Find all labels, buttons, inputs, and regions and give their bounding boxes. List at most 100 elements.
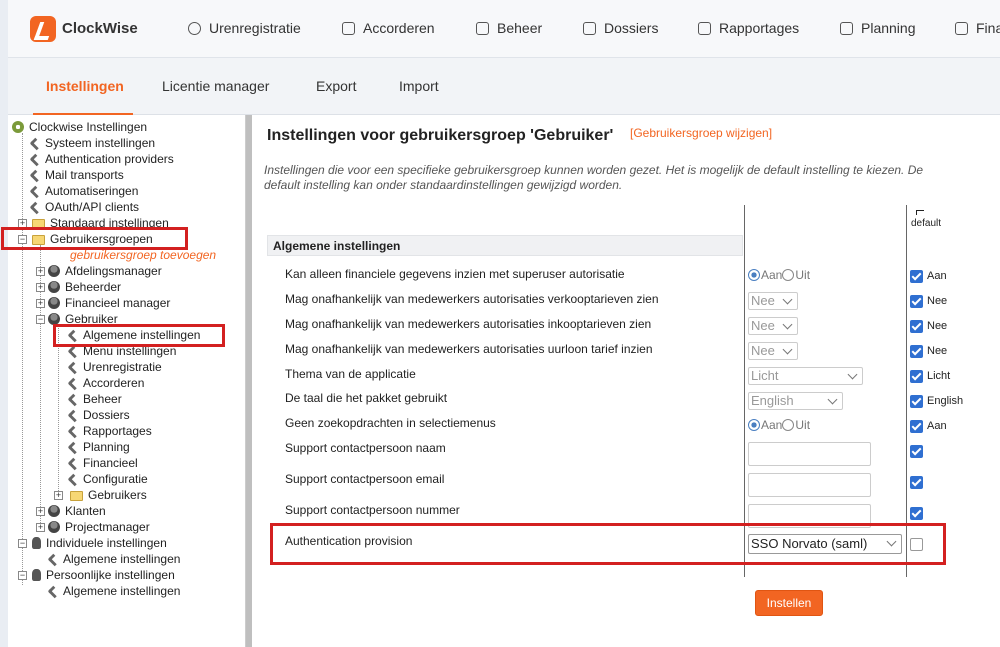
default-checkbox[interactable]: [910, 270, 923, 283]
tree-item-individuele[interactable]: Individuele instellingen: [32, 535, 167, 551]
nav-dossiers[interactable]: Dossiers: [583, 20, 658, 36]
expand-toggle[interactable]: +: [36, 283, 45, 292]
tree-connector: [22, 133, 23, 585]
setting-label: Support contactpersoon naam: [285, 441, 446, 455]
setting-select[interactable]: English: [748, 392, 843, 410]
setting-select[interactable]: Nee: [748, 292, 798, 310]
nav-planning[interactable]: Planning: [840, 20, 916, 36]
wrench-icon: [67, 377, 81, 391]
tree-group-klanten[interactable]: Klanten: [48, 503, 106, 519]
radio-off-icon[interactable]: [782, 269, 795, 281]
default-checkbox[interactable]: [910, 507, 923, 520]
default-checkbox[interactable]: [910, 445, 923, 458]
support-email-input[interactable]: [748, 473, 871, 497]
arrow-icon: [916, 210, 924, 215]
tab-licentie-manager[interactable]: Licentie manager: [162, 78, 269, 94]
default-value: Nee: [927, 295, 948, 307]
setting-label: Support contactpersoon email: [285, 472, 445, 486]
default-value: Aan: [927, 270, 947, 282]
expand-toggle[interactable]: +: [36, 507, 45, 516]
setting-radio-group[interactable]: Aan Uit: [748, 418, 810, 432]
setting-radio-group[interactable]: Aan Uit: [748, 268, 810, 282]
tree-item-oauth[interactable]: OAuth/API clients: [29, 199, 139, 215]
wallet-icon: [955, 22, 968, 35]
collapse-toggle[interactable]: −: [18, 539, 27, 548]
wrench-icon: [47, 585, 61, 599]
radio-off-icon[interactable]: [782, 419, 795, 431]
group-icon: [48, 521, 60, 533]
tree-sub-gebruikers[interactable]: Gebruikers: [70, 487, 147, 503]
nav-rapportages[interactable]: Rapportages: [698, 20, 799, 36]
tree-root[interactable]: Clockwise Instellingen: [12, 119, 147, 135]
default-value: Licht: [927, 370, 951, 382]
expand-toggle[interactable]: +: [54, 491, 63, 500]
tree-sub-individuele-algemene[interactable]: Algemene instellingen: [47, 551, 180, 567]
radio-on-icon[interactable]: [748, 419, 760, 431]
collapse-toggle[interactable]: −: [18, 571, 27, 580]
tree-sub-accorderen[interactable]: Accorderen: [67, 375, 144, 391]
setting-label: Mag onafhankelijk van medewerkers autori…: [285, 342, 653, 356]
support-name-input[interactable]: [748, 442, 871, 466]
top-navbar: ClockWise Urenregistratie Accorderen Beh…: [8, 0, 1000, 58]
default-checkbox[interactable]: [910, 320, 923, 333]
nav-financieel[interactable]: Fina: [955, 20, 1000, 36]
collapse-toggle[interactable]: −: [36, 315, 45, 324]
tree-sub-dossiers[interactable]: Dossiers: [67, 407, 130, 423]
tab-instellingen[interactable]: Instellingen: [46, 78, 124, 94]
setting-label: Geen zoekopdrachten in selectiemenus: [285, 416, 496, 430]
instellen-button[interactable]: Instellen: [755, 590, 823, 616]
nav-accorderen[interactable]: Accorderen: [342, 20, 435, 36]
tab-import[interactable]: Import: [399, 78, 439, 94]
tree-group-beheerder[interactable]: Beheerder: [48, 279, 121, 295]
group-icon: [48, 281, 60, 293]
change-group-link[interactable]: [Gebruikersgroep wijzigen]: [630, 126, 772, 140]
nav-beheer[interactable]: Beheer: [476, 20, 542, 36]
tree-group-projectmanager[interactable]: Projectmanager: [48, 519, 150, 535]
tree-group-afdelingsmanager[interactable]: Afdelingsmanager: [48, 263, 162, 279]
tree-item-systeem[interactable]: Systeem instellingen: [29, 135, 155, 151]
wrench-icon: [29, 185, 43, 199]
default-checkbox[interactable]: [910, 420, 923, 433]
radio-on-icon[interactable]: [748, 269, 760, 281]
default-checkbox[interactable]: [910, 395, 923, 408]
setting-label: Support contactpersoon nummer: [285, 503, 460, 517]
clockwise-logo[interactable]: [30, 16, 56, 42]
page-description: Instellingen die voor een specifieke geb…: [264, 163, 924, 192]
tree-sub-persoonlijke-algemene[interactable]: Algemene instellingen: [47, 583, 180, 599]
tree-item-mail-transports[interactable]: Mail transports: [29, 167, 124, 183]
tree-group-financieel-manager[interactable]: Financieel manager: [48, 295, 170, 311]
wrench-icon: [29, 201, 43, 215]
tree-sub-beheer[interactable]: Beheer: [67, 391, 122, 407]
expand-toggle[interactable]: +: [36, 267, 45, 276]
tree-sub-planning[interactable]: Planning: [67, 439, 130, 455]
tab-export[interactable]: Export: [316, 78, 356, 94]
documents-icon: [583, 22, 596, 35]
tree-sub-financieel[interactable]: Financieel: [67, 455, 138, 471]
highlight-authentication-provision: [270, 523, 946, 565]
default-checkbox[interactable]: [910, 476, 923, 489]
setting-select[interactable]: Nee: [748, 317, 798, 335]
setting-select[interactable]: Nee: [748, 342, 798, 360]
wrench-icon: [29, 169, 43, 183]
wrench-icon: [67, 457, 81, 471]
nav-urenregistratie[interactable]: Urenregistratie: [188, 20, 301, 36]
setting-select[interactable]: Licht: [748, 367, 863, 385]
setting-label: Mag onafhankelijk van medewerkers autori…: [285, 317, 652, 331]
settings-gear-icon: [12, 121, 24, 133]
tree-item-automatiseringen[interactable]: Automatiseringen: [29, 183, 138, 199]
expand-toggle[interactable]: +: [36, 523, 45, 532]
default-checkbox[interactable]: [910, 295, 923, 308]
default-checkbox[interactable]: [910, 345, 923, 358]
expand-toggle[interactable]: +: [36, 299, 45, 308]
wrench-icon: [47, 553, 61, 567]
person-icon: [32, 537, 41, 549]
settings-panel: Instellingen voor gebruikersgroep 'Gebru…: [252, 115, 1000, 647]
tree-sub-rapportages[interactable]: Rapportages: [67, 423, 152, 439]
default-checkbox[interactable]: [910, 370, 923, 383]
wrench-icon: [67, 345, 81, 359]
tree-sub-urenregistratie[interactable]: Urenregistratie: [67, 359, 162, 375]
tree-sub-configuratie[interactable]: Configuratie: [67, 471, 148, 487]
shield-check-icon: [342, 22, 355, 35]
tree-item-auth-providers[interactable]: Authentication providers: [29, 151, 174, 167]
tree-item-persoonlijke[interactable]: Persoonlijke instellingen: [32, 567, 175, 583]
